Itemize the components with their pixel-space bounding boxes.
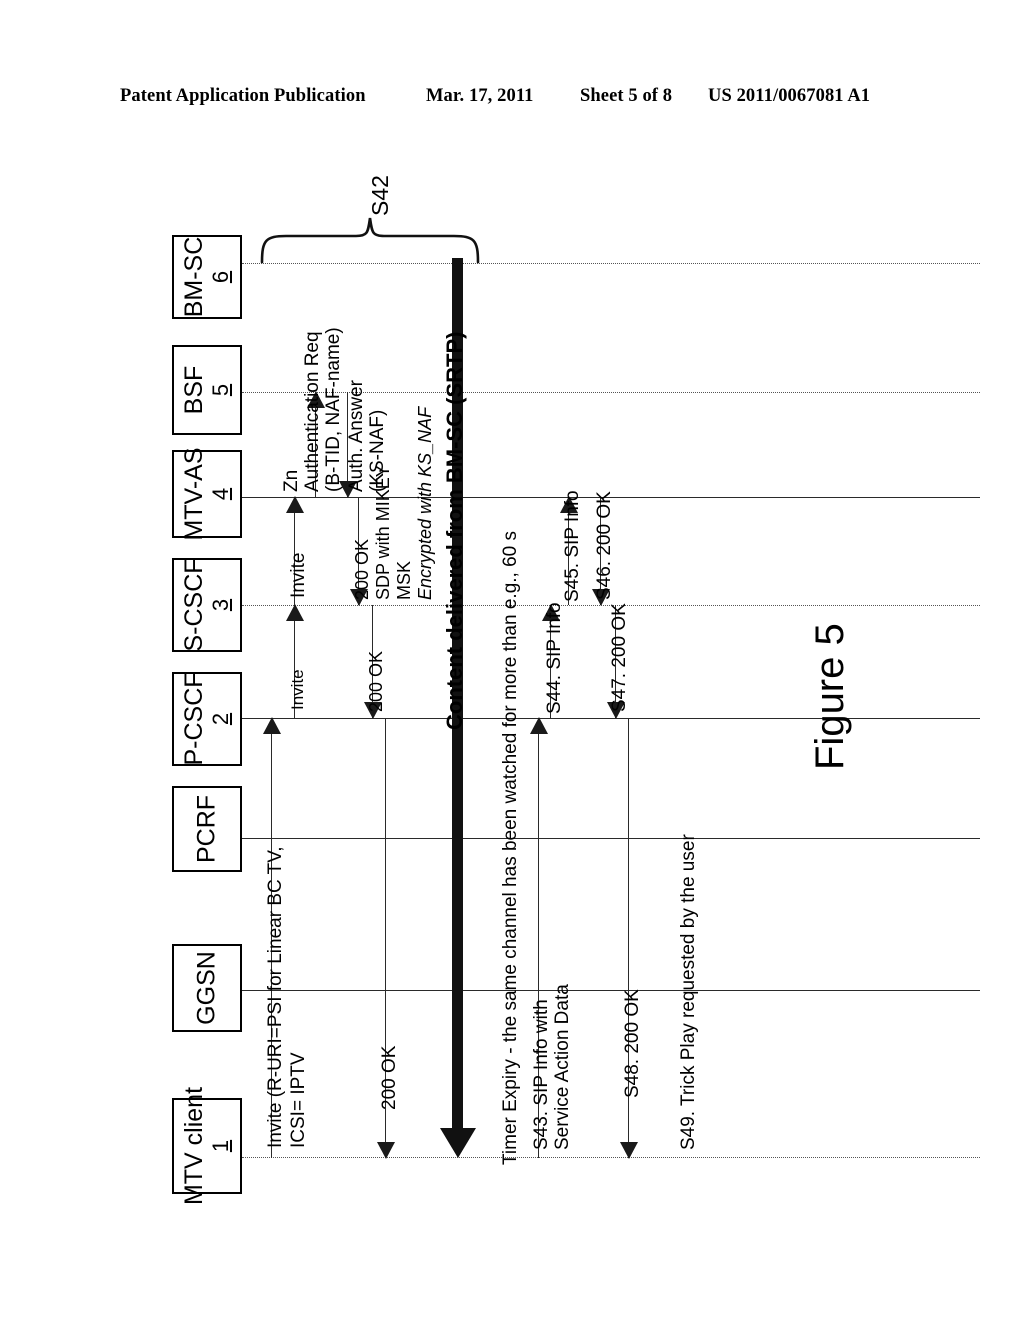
participant-label-s-cscf: S-CSCF 3 xyxy=(180,558,233,652)
participant-ref-bsf: 5 xyxy=(208,383,233,397)
participant-box-ggsn: GGSN xyxy=(172,944,242,1032)
message-label-s43-line1: S43. SIP Info with xyxy=(531,999,552,1150)
message-label-s47: S47. 200 OK xyxy=(609,603,630,712)
message-label-s48: S48. 200 OK xyxy=(622,989,643,1098)
participant-ref-mtv-as: 4 xyxy=(208,487,233,501)
message-label-zn-auth-req-line2: Authentication Req xyxy=(302,331,323,492)
participant-label-bm-sc: BM-SC 6 xyxy=(180,236,233,318)
message-label-invite-client: Invite (R-URI=PSI for Linear BC TV, xyxy=(265,846,286,1148)
message-label-s45: S45. SIP Info xyxy=(562,490,583,602)
participant-label-mtv-as: MTV-AS 4 xyxy=(180,447,233,541)
participant-label-bsf: BSF 5 xyxy=(180,365,233,415)
message-label-200ok-mtv-as-line1: 200 OK xyxy=(352,538,372,600)
group-label-s42: S42 xyxy=(367,175,393,216)
participant-box-s-cscf: S-CSCF 3 xyxy=(172,558,242,652)
message-label-s43-line2: Service Action Data xyxy=(552,984,573,1150)
message-label-200ok-mtv-as-line2: SDP with MIKEY xyxy=(373,465,393,600)
lifeline-ggsn xyxy=(242,990,980,991)
lifeline-mtv-client xyxy=(242,1157,980,1158)
lifeline-pcrf xyxy=(242,838,980,839)
participant-box-mtv-as: MTV-AS 4 xyxy=(172,447,242,541)
participant-ref-p-cscf: 2 xyxy=(208,712,233,726)
participant-label-p-cscf: P-CSCF 2 xyxy=(180,672,233,766)
message-label-invite-client-line2: ICSI= IPTV xyxy=(288,1052,309,1148)
message-label-zn-auth-req-line3: (B-TID, NAF-name) xyxy=(323,327,344,492)
content-delivery-label: Content delivered from BM-SC (SRTP) xyxy=(442,331,467,730)
message-label-200ok-s-cscf: 200 OK xyxy=(366,650,386,712)
message-label-zn-auth-req-line1: Zn xyxy=(281,469,302,492)
figure-caption: Figure 5 xyxy=(808,623,852,770)
message-label-200ok-p-cscf: 200 OK xyxy=(379,1045,400,1110)
participant-ref-mtv-client: 1 xyxy=(208,1139,233,1153)
participant-label-ggsn: GGSN xyxy=(192,951,221,1025)
timer-expiry-note: Timer Expiry - the same channel has been… xyxy=(500,530,521,1165)
message-label-s46: S46. 200 OK xyxy=(594,491,615,600)
participant-ref-bm-sc: 6 xyxy=(208,270,233,284)
message-label-invite-p-cscf: Invite xyxy=(288,669,307,710)
message-label-s44: S44. SIP Info xyxy=(544,602,565,714)
sequence-diagram: BM-SC 6 BSF 5 MTV-AS 4 S-CSCF 3 P-CSCF 2… xyxy=(0,0,1024,1320)
participant-box-pcrf: PCRF xyxy=(172,786,242,872)
participant-box-mtv-client: MTV client 1 xyxy=(172,1087,242,1205)
message-label-200ok-mtv-as-line4: Encrypted with KS_NAF xyxy=(415,406,435,600)
message-label-auth-answer-line1: Auth. Answer xyxy=(346,380,367,492)
participant-box-bsf: BSF 5 xyxy=(172,345,242,435)
participant-ref-s-cscf: 3 xyxy=(208,598,233,612)
participant-label-pcrf: PCRF xyxy=(192,794,221,864)
message-label-invite-s-cscf: Invite xyxy=(288,552,309,598)
participant-box-p-cscf: P-CSCF 2 xyxy=(172,672,242,766)
participant-box-bm-sc: BM-SC 6 xyxy=(172,235,242,319)
note-s49: S49. Trick Play requested by the user xyxy=(678,834,699,1150)
message-label-200ok-mtv-as-line3: MSK xyxy=(394,560,414,600)
participant-label-mtv-client: MTV client 1 xyxy=(180,1086,233,1206)
